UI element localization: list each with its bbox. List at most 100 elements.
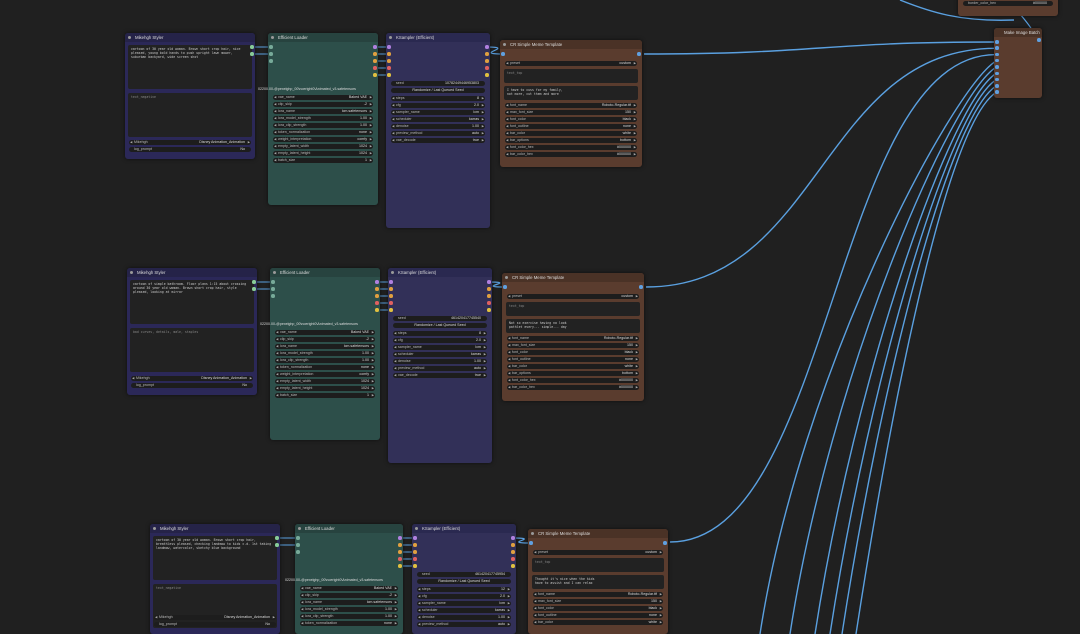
ksampler-title[interactable]: KSampler (Efficient) <box>386 33 490 42</box>
loader-widget[interactable]: ◀ lora_name lcm.safetensors ▶ <box>275 344 375 350</box>
output-port[interactable] <box>250 45 254 49</box>
output-port[interactable] <box>1037 38 1041 42</box>
ksampler-widget[interactable]: ◀ cfg 2.0 ▶ <box>393 338 487 344</box>
arrow-right-icon[interactable]: ▶ <box>372 330 374 335</box>
output-port[interactable] <box>398 557 402 561</box>
arrow-left-icon[interactable]: ◀ <box>506 138 508 143</box>
arrow-right-icon[interactable]: ▶ <box>370 158 372 163</box>
output-port[interactable] <box>485 59 489 63</box>
arrow-left-icon[interactable]: ◀ <box>301 607 303 612</box>
input-port[interactable] <box>413 564 417 568</box>
input-port[interactable] <box>389 301 393 305</box>
ckpt-name[interactable]: 02200.00-@pexelghp_00\noeright0\Animated… <box>285 578 383 582</box>
arrow-left-icon[interactable]: ◀ <box>276 379 278 384</box>
meme-widget[interactable]: ◀ bar_color white ▶ <box>505 131 637 137</box>
arrow-left-icon[interactable]: ◀ <box>276 351 278 356</box>
bottom-text-input[interactable]: Thought it's nice when the kids have to … <box>532 575 664 589</box>
meme-template-node[interactable]: CR Simple Meme Template ◀ preset custom ▶ tex… <box>502 273 644 401</box>
output-port[interactable] <box>485 52 489 56</box>
meme-widget[interactable]: ◀ font_color black ▶ <box>507 350 639 356</box>
meme-widget[interactable]: ◀ font_color_hex #000000 ▶ <box>505 145 637 151</box>
output-port[interactable] <box>485 73 489 77</box>
arrow-left-icon[interactable]: ◀ <box>301 593 303 598</box>
meme-widget[interactable]: ◀ font_outline none ▶ <box>507 357 639 363</box>
arrow-left-icon[interactable]: ◀ <box>534 606 536 611</box>
arrow-left-icon[interactable]: ◀ <box>301 621 303 626</box>
meme-template-node[interactable]: CR Simple Meme Template ◀ preset custom ▶ tex… <box>528 529 668 634</box>
loader-widget[interactable]: ◀ vae_name Baked VAE ▶ <box>273 95 373 101</box>
input-port[interactable] <box>503 285 507 289</box>
arrow-left-icon[interactable]: ◀ <box>508 371 510 376</box>
ksampler-widget[interactable]: ◀ vae_decode true ▶ <box>393 373 487 379</box>
input-port[interactable] <box>387 45 391 49</box>
collapse-dot-icon[interactable] <box>153 527 156 530</box>
arrow-left-icon[interactable]: ◀ <box>418 594 420 599</box>
loader-widget[interactable]: ◀ vae_name Baked VAE ▶ <box>275 330 375 336</box>
make-image-batch-node[interactable]: Make Image Batch <box>994 28 1042 98</box>
arrow-left-icon[interactable]: ◀ <box>534 599 536 604</box>
arrow-right-icon[interactable]: ▶ <box>634 124 636 129</box>
output-port[interactable] <box>487 294 491 298</box>
output-port[interactable] <box>375 287 379 291</box>
input-port[interactable] <box>995 84 999 88</box>
input-port[interactable] <box>387 66 391 70</box>
seed-input[interactable]: seed 10782449446953803 <box>391 81 485 87</box>
loader-widget[interactable]: ◀ lora_clip_strength 1.00 ▶ <box>300 614 398 620</box>
arrow-left-icon[interactable]: ◀ <box>274 144 276 149</box>
collapse-dot-icon[interactable] <box>298 527 301 530</box>
output-port[interactable] <box>485 66 489 70</box>
arrow-right-icon[interactable]: ▶ <box>508 608 510 613</box>
arrow-left-icon[interactable]: ◀ <box>534 592 536 597</box>
loader-widget[interactable]: ◀ empty_latent_width 1024 ▶ <box>273 144 373 150</box>
loader-widget[interactable]: ◀ lora_clip_strength 1.00 ▶ <box>273 123 373 129</box>
log-prompt-toggle[interactable]: log_prompt No <box>131 383 253 389</box>
efficient-loader-node[interactable]: Efficient Loader 02200.00-@pexelghp_00\no… <box>260 268 380 440</box>
arrow-left-icon[interactable]: ◀ <box>274 109 276 114</box>
preset-select[interactable]: ◀ preset custom ▶ <box>507 294 639 300</box>
output-port[interactable] <box>373 45 377 49</box>
loader-widget[interactable]: ◀ clip_skip -2 ▶ <box>273 102 373 108</box>
ksampler-title[interactable]: KSampler (Efficient) <box>412 524 516 533</box>
arrow-left-icon[interactable]: ◀ <box>392 131 394 136</box>
arrow-right-icon[interactable]: ▶ <box>372 344 374 349</box>
arrow-right-icon[interactable]: ▶ <box>660 620 662 625</box>
arrow-right-icon[interactable]: ▶ <box>370 102 372 107</box>
negative-textarea[interactable]: text_negative <box>128 93 252 137</box>
arrow-right-icon[interactable]: ▶ <box>395 593 397 598</box>
meme-widget[interactable]: ◀ bar_color white ▶ <box>533 620 663 626</box>
arrow-left-icon[interactable]: ◀ <box>392 110 394 115</box>
input-port[interactable] <box>269 52 273 56</box>
arrow-right-icon[interactable]: ▶ <box>636 357 638 362</box>
ksampler-widget[interactable]: ◀ scheduler karras ▶ <box>391 117 485 123</box>
collapse-dot-icon[interactable] <box>415 527 418 530</box>
input-port[interactable] <box>296 550 300 554</box>
arrow-left-icon[interactable]: ◀ <box>418 601 420 606</box>
output-port[interactable] <box>511 543 515 547</box>
input-port[interactable] <box>413 543 417 547</box>
loader-widget[interactable]: ◀ vae_name Baked VAE ▶ <box>300 586 398 592</box>
meme-widget[interactable]: ◀ bar_options bottom ▶ <box>505 138 637 144</box>
input-port[interactable] <box>271 280 275 284</box>
arrow-right-icon[interactable]: ▶ <box>248 140 250 145</box>
loader-widget[interactable]: ◀ weight_interpretation comfy ▶ <box>273 137 373 143</box>
output-port[interactable] <box>375 301 379 305</box>
prompt-textarea[interactable]: cartoon of simple bathroom. Floor plans … <box>130 280 254 324</box>
output-port[interactable] <box>485 45 489 49</box>
meme-widget[interactable]: ◀ bar_color_hex #000000 ▶ <box>505 152 637 158</box>
arrow-left-icon[interactable]: ◀ <box>392 117 394 122</box>
arrow-left-icon[interactable]: ◀ <box>274 158 276 163</box>
collapse-dot-icon[interactable] <box>503 43 506 46</box>
output-port[interactable] <box>373 59 377 63</box>
arrow-right-icon[interactable]: ▶ <box>660 606 662 611</box>
input-port[interactable] <box>389 287 393 291</box>
arrow-left-icon[interactable]: ◀ <box>508 357 510 362</box>
arrow-right-icon[interactable]: ▶ <box>482 131 484 136</box>
arrow-right-icon[interactable]: ▶ <box>372 372 374 377</box>
loader-widget[interactable]: ◀ lora_model_strength 1.00 ▶ <box>300 607 398 613</box>
arrow-right-icon[interactable]: ▶ <box>636 364 638 369</box>
input-port[interactable] <box>413 536 417 540</box>
styler-title[interactable]: Mikeh​gh Styler <box>150 524 280 533</box>
arrow-left-icon[interactable]: ◀ <box>418 587 420 592</box>
meme-title[interactable]: CR Simple Meme Template <box>528 529 668 538</box>
arrow-right-icon[interactable]: ▶ <box>482 124 484 129</box>
